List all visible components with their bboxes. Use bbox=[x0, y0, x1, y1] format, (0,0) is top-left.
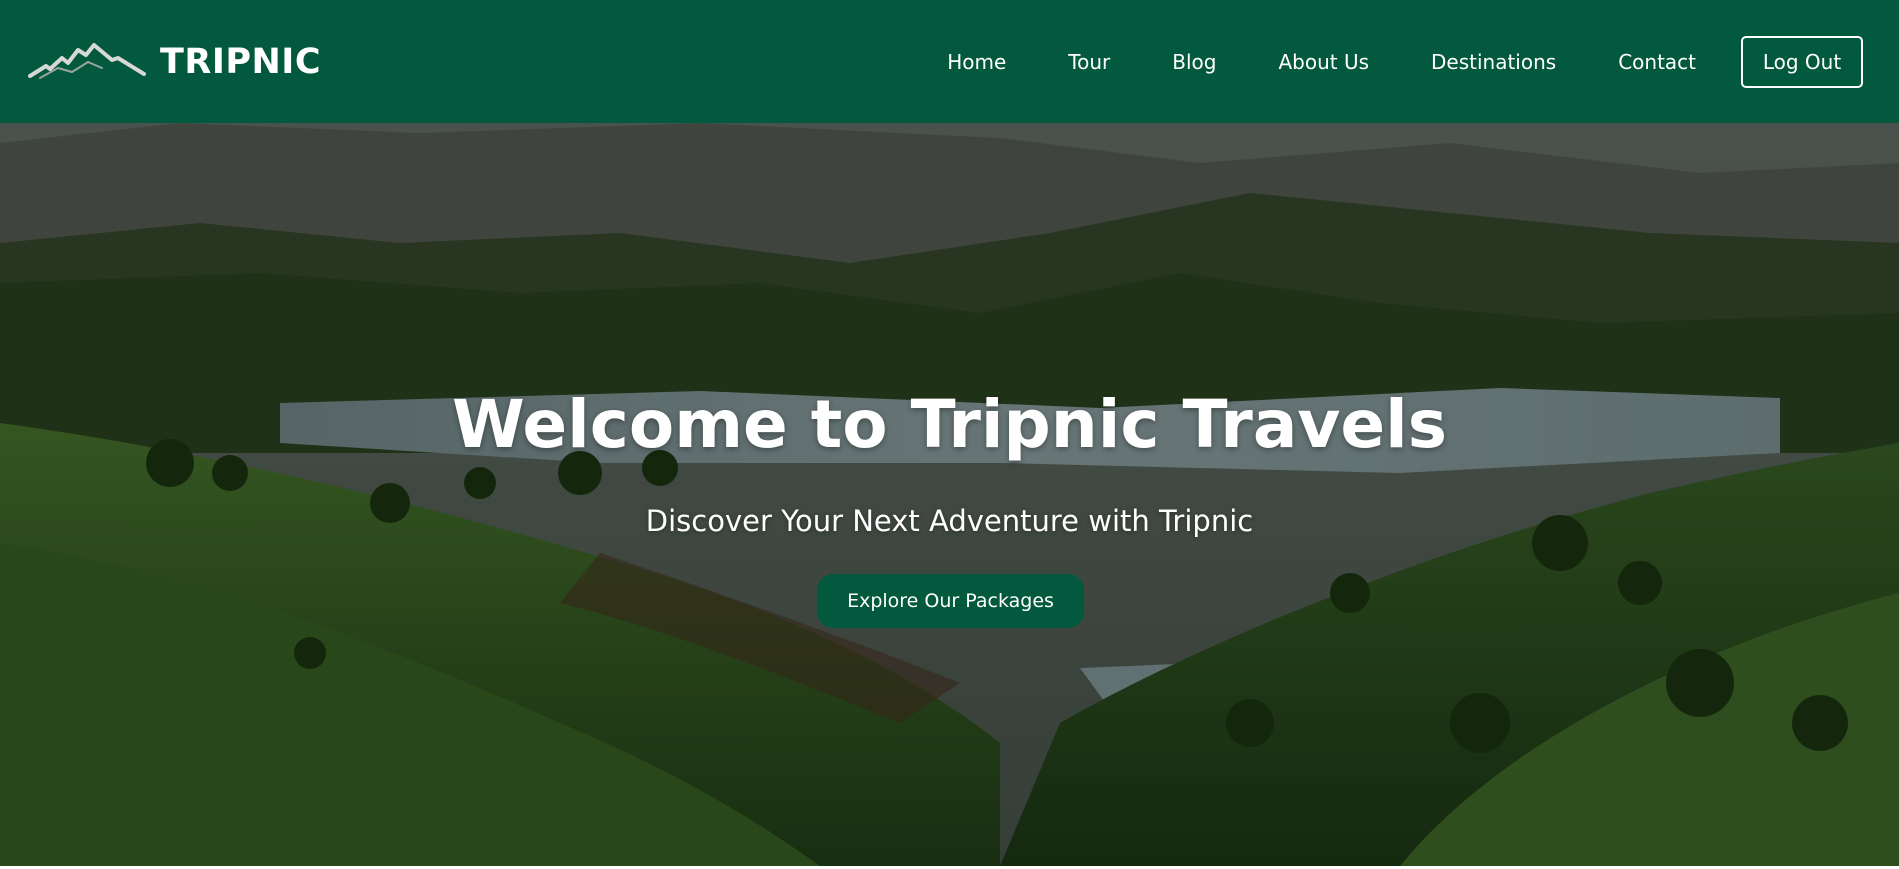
mountain-icon bbox=[28, 42, 146, 82]
nav-about-us[interactable]: About Us bbox=[1278, 50, 1369, 74]
nav-home[interactable]: Home bbox=[947, 50, 1006, 74]
nav-contact[interactable]: Contact bbox=[1618, 50, 1696, 74]
logout-button[interactable]: Log Out bbox=[1741, 35, 1863, 88]
hero-section: Welcome to Tripnic Travels Discover Your… bbox=[0, 123, 1899, 866]
nav-tour[interactable]: Tour bbox=[1068, 50, 1110, 74]
nav-blog[interactable]: Blog bbox=[1172, 50, 1216, 74]
hero-subtitle: Discover Your Next Adventure with Tripni… bbox=[645, 504, 1254, 538]
explore-packages-button[interactable]: Explore Our Packages bbox=[817, 574, 1084, 628]
top-navbar: TRIPNIC Home Tour Blog About Us Destinat… bbox=[0, 0, 1899, 123]
hero-title: Welcome to Tripnic Travels bbox=[451, 386, 1448, 463]
brand-name: TRIPNIC bbox=[160, 41, 321, 82]
nav-destinations[interactable]: Destinations bbox=[1431, 50, 1556, 74]
brand-logo-link[interactable]: TRIPNIC bbox=[28, 42, 321, 82]
hero-content: Welcome to Tripnic Travels Discover Your… bbox=[0, 123, 1899, 866]
main-nav: Home Tour Blog About Us Destinations Con… bbox=[947, 35, 1863, 88]
